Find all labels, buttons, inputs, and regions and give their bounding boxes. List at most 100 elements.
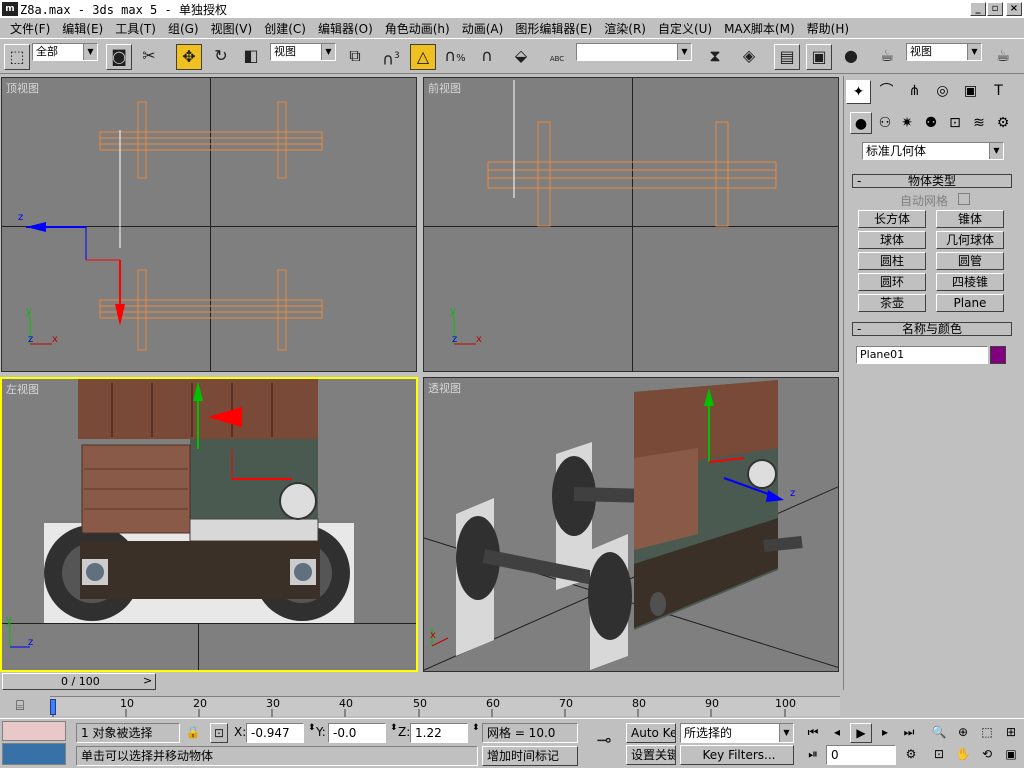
pyramid-button[interactable]: 四棱锥 [936,273,1004,291]
key-mode-dropdown[interactable]: 所选择的 ▼ [680,723,794,743]
pivot-center-icon[interactable]: ⧉ [342,44,368,70]
menu-views[interactable]: 视图(V) [205,20,259,37]
material-editor-icon[interactable]: ● [838,44,864,70]
x-coordinate-input[interactable]: -0.947 [246,723,304,743]
motion-tab-icon[interactable]: ◎ [930,80,955,104]
angle-snap-icon[interactable]: △ [410,44,436,70]
tube-button[interactable]: 圆管 [936,252,1004,270]
snap-toggle-icon[interactable]: ∩3 [378,44,404,70]
close-button[interactable]: × [1006,2,1022,16]
autogrid-checkbox[interactable] [958,193,970,205]
viewport-left-label[interactable]: 左视图 [6,381,39,397]
object-name-field[interactable]: Plane01 [856,346,988,364]
rollout-object-type-header[interactable]: - 物体类型 [852,174,1012,188]
modify-tab-icon[interactable]: ⌒ [874,80,899,104]
track-view-icon[interactable]: ▤ [774,44,800,70]
viewport-left[interactable]: 左视图 y z [0,377,418,672]
lights-icon[interactable]: ✷ [896,112,918,134]
arc-rotate-icon[interactable]: ⟲ [976,745,998,765]
set-key-button[interactable]: 设置关键帧 [626,745,676,765]
menu-edit[interactable]: 编辑(E) [56,20,109,37]
cylinder-button[interactable]: 圆柱 [858,252,926,270]
zoom-extents-all-icon[interactable]: ⊞ [1000,723,1022,743]
lock-icon[interactable]: 🔒 [184,723,202,743]
z-spinner-icon[interactable]: ⬍ [472,723,480,733]
named-selection-dropdown[interactable]: ▼ [576,43,692,61]
schematic-view-icon[interactable]: ▣ [806,44,832,70]
region-zoom-icon[interactable]: ⊡ [928,745,950,765]
key-filters-button[interactable]: Key Filters... [680,745,794,765]
display-tab-icon[interactable]: ▣ [958,80,983,104]
maxscript-listener-bottom[interactable] [2,743,66,765]
minimize-button[interactable]: _ [970,2,986,16]
go-to-start-icon[interactable]: ⏮ [802,723,824,743]
maximize-viewport-icon[interactable]: ▣ [1000,745,1022,765]
z-coordinate-input[interactable]: 1.22 [410,723,468,743]
previous-frame-icon[interactable]: ◂ [826,723,848,743]
key-icon[interactable]: ⊸ [586,729,622,757]
key-mode-toggle-icon[interactable]: ⏯ [802,745,824,765]
geometry-icon[interactable]: ● [850,112,872,134]
shapes-icon[interactable]: ⚇ [874,112,896,134]
next-frame-icon[interactable]: ▸ [874,723,896,743]
cameras-icon[interactable]: ⚉ [920,112,942,134]
zoom-icon[interactable]: 🔍 [928,723,950,743]
align-icon[interactable]: ◈ [736,44,762,70]
menu-customize[interactable]: 自定义(U) [652,20,718,37]
menu-modifiers[interactable]: 编辑器(O) [312,20,379,37]
maxscript-listener-top[interactable] [2,721,66,741]
sphere-button[interactable]: 球体 [858,231,926,249]
zoom-extents-icon[interactable]: ⬚ [976,723,998,743]
selection-filter-dropdown[interactable]: 全部 ▼ [32,43,98,61]
add-time-tag-button[interactable]: 增加时间标记 [482,746,578,766]
y-coordinate-input[interactable]: -0.0 [328,723,386,743]
play-icon[interactable]: ▶ [850,723,872,743]
current-frame-input[interactable]: 0 [826,745,896,765]
time-marker[interactable] [50,699,56,715]
track-bar[interactable]: ⌸ 10 20 30 40 50 60 70 80 90 100 [0,692,843,718]
systems-icon[interactable]: ⚙ [992,112,1014,134]
torus-button[interactable]: 圆环 [858,273,926,291]
menu-help[interactable]: 帮助(H) [801,20,855,37]
select-scale-icon[interactable]: ◧ [238,44,264,70]
curve-editor-icon[interactable]: ⌸ [8,694,32,716]
time-slider[interactable]: 0 / 100 > [2,673,156,690]
percent-snap-icon[interactable]: ∩% [442,44,468,70]
pan-icon[interactable]: ✋ [952,745,974,765]
menu-tools[interactable]: 工具(T) [109,20,162,37]
render-view-dropdown[interactable]: 视图 ▼ [906,43,982,61]
spinner-snap-icon[interactable]: ∩ [474,44,500,70]
menu-file[interactable]: 文件(F) [4,20,56,37]
viewport-front[interactable]: 前视图 y z x [423,77,839,372]
menu-character[interactable]: 角色动画(h) [379,20,456,37]
edit-named-selection-icon[interactable]: ⬙ [508,44,534,70]
viewport-top[interactable]: 顶视图 z y z x [1,77,417,372]
track-ruler[interactable]: 10 20 30 40 50 60 70 80 90 100 [50,696,840,717]
teapot-button[interactable]: 茶壶 [858,294,926,312]
hierarchy-tab-icon[interactable]: ⋔ [902,80,927,104]
geometry-category-dropdown[interactable]: 标准几何体 ▼ [862,142,1004,160]
menu-graph-editors[interactable]: 图形编辑器(E) [509,20,598,37]
viewport-perspective[interactable]: 透视图 z x [423,377,839,672]
select-rotate-icon[interactable]: ↻ [208,44,234,70]
rollout-name-color-header[interactable]: - 名称与颜色 [852,322,1012,336]
abc-text-icon[interactable]: ABC [544,44,570,70]
time-config-icon[interactable]: ⚙ [900,745,922,765]
select-object-icon[interactable]: ⬚ [4,44,30,70]
mirror-icon[interactable]: ⧗ [702,44,728,70]
select-by-name-icon[interactable]: ◙ [106,44,132,70]
zoom-all-icon[interactable]: ⊕ [952,723,974,743]
menu-rendering[interactable]: 渲染(R) [598,20,652,37]
next-frame-button[interactable]: > [143,674,152,687]
select-region-icon[interactable]: ✂ [136,44,162,70]
auto-key-button[interactable]: Auto Key [626,723,676,743]
box-button[interactable]: 长方体 [858,210,926,228]
x-spinner-icon[interactable]: ⬍ [308,723,316,733]
plane-button[interactable]: Plane [936,294,1004,312]
menu-group[interactable]: 组(G) [162,20,205,37]
y-spinner-icon[interactable]: ⬍ [390,723,398,733]
go-to-end-icon[interactable]: ⏭ [898,723,920,743]
space-warps-icon[interactable]: ≋ [968,112,990,134]
menu-animation[interactable]: 动画(A) [456,20,510,37]
utilities-tab-icon[interactable]: T [986,80,1011,104]
